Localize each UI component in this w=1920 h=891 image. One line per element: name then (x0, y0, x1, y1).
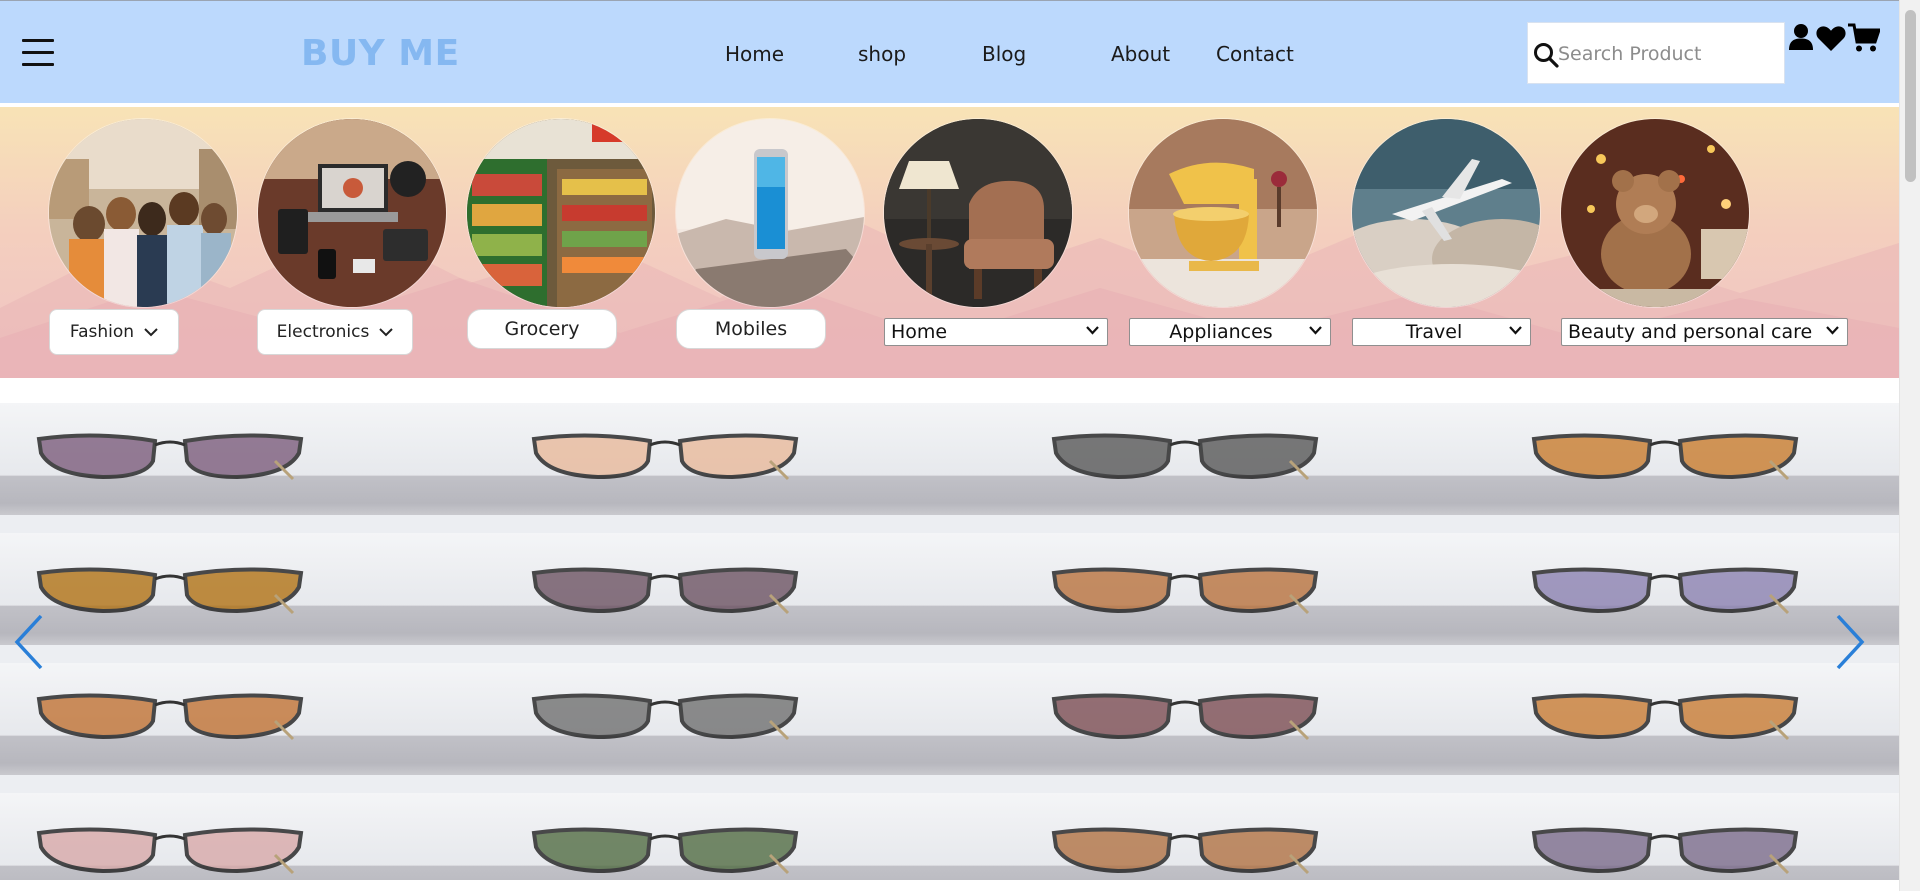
sunglasses (1530, 691, 1800, 746)
grocery-image[interactable] (467, 119, 655, 307)
menu-icon[interactable] (22, 39, 54, 67)
chevron-down-icon (1086, 326, 1099, 335)
sunglasses (1530, 565, 1800, 620)
scrollbar-thumb[interactable] (1905, 10, 1916, 182)
nav-about[interactable]: About (1111, 42, 1170, 66)
shelf-row (0, 403, 1899, 533)
nav-contact[interactable]: Contact (1216, 42, 1294, 66)
sunglasses (530, 691, 800, 746)
nav-blog[interactable]: Blog (982, 42, 1026, 66)
mobiles-image[interactable] (676, 119, 864, 307)
sunglasses (1530, 825, 1800, 880)
sunglasses (530, 825, 800, 880)
chevron-right-icon[interactable] (1834, 614, 1866, 670)
home-select[interactable]: Home (884, 318, 1108, 346)
grocery-button[interactable]: Grocery (467, 309, 617, 349)
sunglasses (1050, 431, 1320, 486)
nav-home[interactable]: Home (725, 42, 784, 66)
sunglasses (530, 431, 800, 486)
search-icon[interactable] (1533, 42, 1559, 68)
mobiles-label: Mobiles (714, 318, 788, 340)
sunglasses (35, 691, 305, 746)
sunglasses (530, 565, 800, 620)
user-icon[interactable] (1788, 23, 1814, 51)
beauty-selected-value: Beauty and personal care (1568, 321, 1813, 343)
electronics-dropdown-button[interactable]: Electronics (257, 309, 413, 355)
electronics-label: Electronics (276, 322, 370, 342)
home-image[interactable] (884, 119, 1072, 307)
cart-icon[interactable] (1848, 23, 1880, 53)
appliances-select[interactable]: Appliances (1129, 318, 1331, 346)
travel-selected-value: Travel (1405, 321, 1463, 343)
page-scrollbar[interactable] (1899, 0, 1920, 891)
mobiles-button[interactable]: Mobiles (676, 309, 826, 349)
appliances-selected-value: Appliances (1169, 321, 1273, 343)
chevron-down-icon (144, 327, 158, 336)
sunglasses (1050, 691, 1320, 746)
sunglasses (1050, 565, 1320, 620)
appliances-image[interactable] (1129, 119, 1317, 307)
beauty-image[interactable] (1561, 119, 1749, 307)
chevron-down-icon (379, 327, 394, 336)
shelf-row (0, 663, 1899, 793)
shelf-row (0, 793, 1899, 880)
sunglasses (35, 565, 305, 620)
sunglasses (1050, 825, 1320, 880)
heart-icon[interactable] (1816, 25, 1846, 52)
fashion-image[interactable] (49, 119, 237, 307)
site-header: BUY ME Home shop Blog About Contact (0, 0, 1899, 103)
chevron-down-icon (1309, 326, 1322, 335)
sunglasses (35, 431, 305, 486)
fashion-label: Fashion (69, 322, 135, 342)
nav-shop[interactable]: shop (858, 42, 906, 66)
fashion-dropdown-button[interactable]: Fashion (49, 309, 179, 355)
shelf-row (0, 533, 1899, 663)
search-input[interactable] (1558, 38, 1778, 70)
category-band: Fashion Electronics Grocery Mobiles Home… (0, 107, 1899, 378)
home-selected-value: Home (891, 321, 948, 343)
hero-carousel (0, 403, 1899, 880)
chevron-down-icon (1826, 326, 1839, 335)
site-logo[interactable]: BUY ME (301, 33, 460, 74)
sunglasses (1530, 431, 1800, 486)
search-bar (1527, 22, 1785, 84)
chevron-left-icon[interactable] (13, 614, 45, 670)
electronics-image[interactable] (258, 119, 446, 307)
grocery-label: Grocery (504, 318, 580, 340)
sunglasses (35, 825, 305, 880)
travel-select[interactable]: Travel (1352, 318, 1531, 346)
chevron-down-icon (1509, 326, 1522, 335)
beauty-select[interactable]: Beauty and personal care (1561, 318, 1848, 346)
travel-image[interactable] (1352, 119, 1540, 307)
